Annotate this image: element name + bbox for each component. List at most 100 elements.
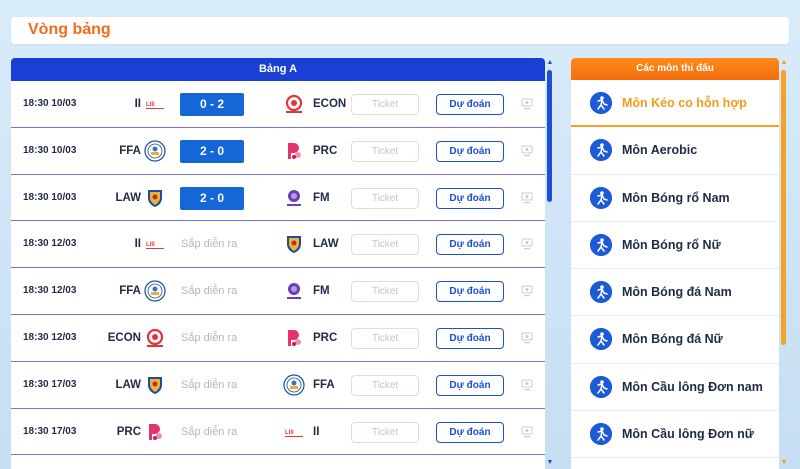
sport-item[interactable]: Môn Cầu lông Đơn nữ [571,411,779,459]
group-stage-panel: Bảng A 18:30 10/03 II LIII 0 - 2 ECON Ti… [11,58,545,469]
match-score[interactable]: 2 - 0 [180,186,244,210]
sport-item[interactable]: Môn Kéo co hỗn hợp [571,80,779,128]
match-list-scrollbar[interactable]: ▲ ▼ [545,58,555,469]
sport-item-label: Môn Bóng đá Nam [622,285,732,300]
home-team-name: II [134,98,141,110]
match-time: 18:30 12/03 [23,285,77,297]
ticket-button[interactable]: Ticket [351,374,419,396]
sport-item-label: Môn Kéo co hỗn hợp [622,96,747,110]
sports-panel: Các môn thi đấu Môn Kéo co hỗn hợp Môn A… [571,58,779,469]
livestream-icon[interactable] [521,378,533,392]
badminton-icon [590,375,612,398]
home-team-logo [144,187,166,209]
home-team-name: PRC [116,425,141,438]
away-team-logo [283,233,305,255]
sport-item-label: Môn Bóng rổ Nữ [622,237,721,252]
scroll-up-icon[interactable]: ▲ [546,59,554,67]
match-time: 18:30 12/03 [23,331,77,343]
scrollbar-thumb[interactable] [781,70,786,345]
ticket-button[interactable]: Ticket [351,327,419,349]
match-time: 18:30 10/03 [23,98,77,109]
match-row: 18:30 17/03 LAW Sắp diễn ra FFA Ticket D… [11,361,545,409]
livestream-icon[interactable] [521,191,533,205]
predict-button[interactable]: Dự đoán [436,327,504,349]
home-team-logo: LIII [144,93,166,115]
ticket-button[interactable]: Ticket [351,140,419,162]
home-team-name: LAW [115,378,141,391]
match-row: 18:30 17/03 PRC Sắp diễn ra LIII II Tick… [11,408,545,456]
svg-text:LIII: LIII [146,102,155,108]
match-status: Sắp diễn ra [181,285,238,298]
away-team-name: FM [313,191,330,204]
ticket-button[interactable]: Ticket [351,187,419,209]
ticket-button[interactable]: Ticket [351,234,419,256]
match-row: 18:30 10/03 II LIII 0 - 2 ECON Ticket Dự… [11,81,545,128]
match-status: Sắp diễn ra [181,378,238,391]
away-team-name: PRC [313,331,338,344]
predict-button[interactable]: Dự đoán [436,281,504,303]
match-row: 18:30 12/03 II LIII Sắp diễn ra LAW Tick… [11,221,545,269]
badminton-icon [590,423,612,446]
livestream-icon[interactable] [521,425,533,439]
predict-button[interactable]: Dự đoán [436,234,504,256]
away-team-logo [283,187,305,209]
away-team-name: II [313,425,320,438]
home-team-logo [144,421,166,443]
livestream-icon[interactable] [521,331,533,345]
match-row: 18:30 12/03 FFA Sắp diễn ra FM Ticket Dự… [11,268,545,315]
match-row: 18:30 10/03 FFA 2 - 0 PRC Ticket Dự đoán [11,127,545,175]
livestream-icon[interactable] [521,284,533,298]
sport-item[interactable]: Môn Bóng đá Nữ [571,316,779,364]
home-team-name: II [134,238,141,251]
match-status: Sắp diễn ra [181,331,238,344]
football-icon [590,328,612,351]
home-team-logo [144,327,166,349]
scroll-down-icon[interactable]: ▼ [780,459,788,467]
ticket-button[interactable]: Ticket [351,421,419,443]
livestream-icon[interactable] [521,97,533,111]
away-team-name: LAW [313,238,339,251]
predict-button[interactable]: Dự đoán [436,94,504,115]
home-team-name: ECON [107,331,141,344]
match-status: Sắp diễn ra [181,425,238,438]
sport-item[interactable]: Môn Bóng đá Nam [571,269,779,317]
sport-item[interactable]: Môn Cầu lông Đơn nam [571,363,779,412]
match-score[interactable]: 0 - 2 [180,93,244,116]
away-team-logo [283,327,305,349]
basketball-icon [590,233,612,256]
sports-header: Các môn thi đấu [571,58,779,80]
away-team-logo [283,280,305,302]
scrollbar-thumb[interactable] [547,70,552,202]
sports-list-scrollbar[interactable]: ▲ ▼ [779,58,789,469]
home-team-name: LAW [115,191,141,204]
svg-text:LIII: LIII [146,242,155,248]
sports-list: Môn Kéo co hỗn hợp Môn Aerobic Môn Bóng … [571,80,779,459]
scroll-down-icon[interactable]: ▼ [546,459,554,467]
home-team-logo: LIII [144,233,166,255]
match-time: 18:30 17/03 [23,425,77,437]
match-list: 18:30 10/03 II LIII 0 - 2 ECON Ticket Dự… [11,81,545,456]
predict-button[interactable]: Dự đoán [436,187,504,209]
match-row: 18:30 10/03 LAW 2 - 0 FM Ticket Dự đoán [11,174,545,222]
tug-of-war-icon [590,92,612,114]
football-icon [590,281,612,304]
predict-button[interactable]: Dự đoán [436,374,504,396]
predict-button[interactable]: Dự đoán [436,140,504,162]
aerobic-icon [590,139,612,162]
predict-button[interactable]: Dự đoán [436,421,504,443]
scroll-up-icon[interactable]: ▲ [780,59,788,67]
ticket-button[interactable]: Ticket [351,94,419,115]
sport-item[interactable]: Môn Bóng rổ Nữ [571,221,779,270]
home-team-logo [144,280,166,302]
match-score[interactable]: 2 - 0 [180,139,244,163]
home-team-name: FFA [119,144,141,157]
sport-item[interactable]: Môn Bóng rổ Nam [571,174,779,222]
home-team-name: FFA [119,285,141,298]
sport-item[interactable]: Môn Aerobic [571,127,779,175]
sport-item-label: Môn Cầu lông Đơn nữ [622,427,754,442]
match-time: 18:30 10/03 [23,191,77,203]
livestream-icon[interactable] [521,144,533,158]
away-team-name: FFA [313,378,335,391]
ticket-button[interactable]: Ticket [351,281,419,303]
livestream-icon[interactable] [521,237,533,251]
